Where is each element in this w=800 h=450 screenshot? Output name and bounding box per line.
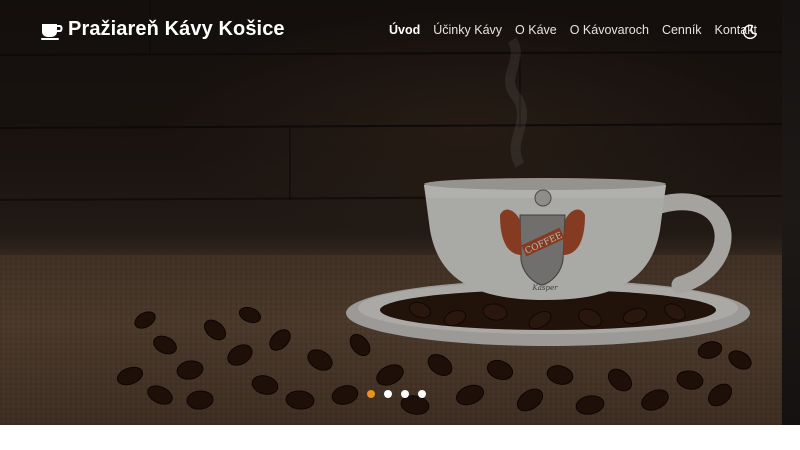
site-header: Pražiareň Kávy Košice Úvod Účinky Kávy O…: [0, 0, 782, 64]
site-logo-link[interactable]: Pražiareň Kávy Košice: [40, 18, 285, 41]
nav-item-o-kave[interactable]: O Káve: [515, 23, 557, 37]
slider-dot[interactable]: [418, 390, 426, 398]
moon-icon[interactable]: [742, 24, 758, 40]
slider-pagination: [367, 390, 426, 398]
nav-item-o-kavovaroch[interactable]: O Kávovaroch: [570, 23, 649, 37]
coffee-cup-icon: [41, 23, 63, 40]
slider-dot[interactable]: [367, 390, 375, 398]
nav-item-cennik[interactable]: Cenník: [662, 23, 702, 37]
site-title: Pražiareň Kávy Košice: [68, 18, 285, 40]
slider-dot[interactable]: [401, 390, 409, 398]
slider-dot[interactable]: [384, 390, 392, 398]
page-edge-strip: [782, 0, 800, 425]
main-nav: Úvod Účinky Kávy O Káve O Kávovaroch Cen…: [389, 23, 770, 37]
nav-item-uvod[interactable]: Úvod: [389, 23, 420, 37]
nav-item-ucinky-kavy[interactable]: Účinky Kávy: [433, 23, 502, 37]
